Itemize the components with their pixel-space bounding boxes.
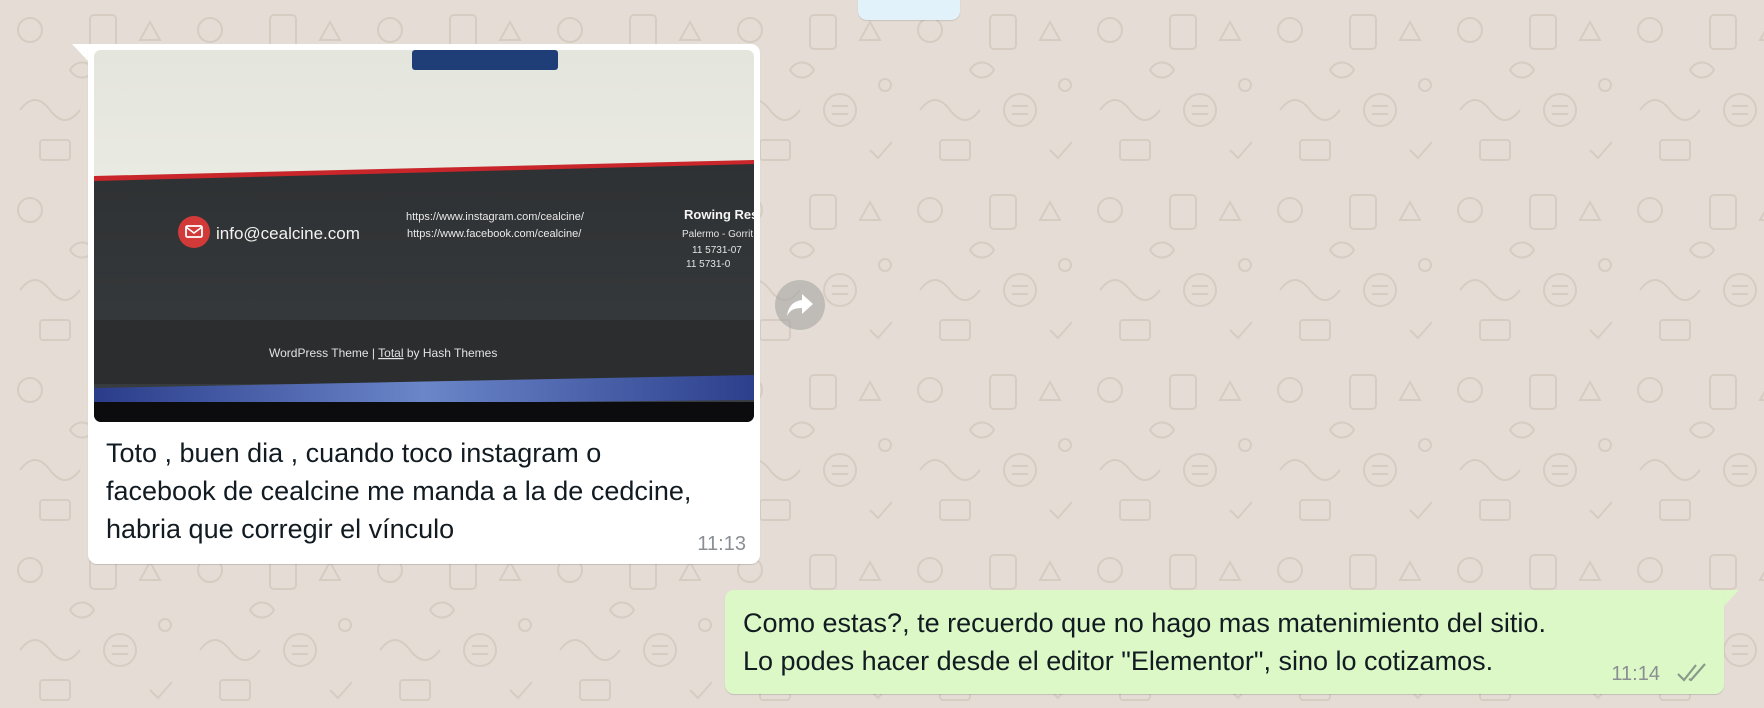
photo-email: info@cealcine.com	[216, 224, 360, 243]
photo-business-name: Rowing Res	[684, 207, 754, 222]
outgoing-line: Como estas?, te recuerdo que no hago mas…	[743, 608, 1546, 638]
photo-content: info@cealcine.com https://www.instagram.…	[94, 50, 754, 422]
outgoing-timestamp: 11:14	[1611, 663, 1660, 685]
photo-instagram-url: https://www.instagram.com/cealcine/	[406, 211, 585, 223]
double-check-icon	[1677, 663, 1706, 682]
caption-line: Toto , buen dia , cuando toco instagram …	[106, 438, 602, 468]
photo-location: Palermo - Gorrit	[682, 229, 753, 240]
caption-line: facebook de cealcine me manda a la de ce…	[106, 476, 692, 506]
incoming-caption: Toto , buen dia , cuando toco instagram …	[106, 434, 746, 548]
incoming-photo[interactable]: info@cealcine.com https://www.instagram.…	[94, 50, 754, 422]
incoming-message[interactable]: info@cealcine.com https://www.instagram.…	[88, 44, 760, 564]
outgoing-line: Lo podes hacer desde el editor "Elemento…	[743, 646, 1494, 676]
forward-icon	[787, 294, 813, 316]
forward-button[interactable]	[775, 280, 825, 330]
outgoing-text: Como estas?, te recuerdo que no hago mas…	[743, 604, 1546, 680]
caption-line: habria que corregir el vínculo	[106, 514, 455, 544]
outgoing-bubble-tail	[1722, 590, 1739, 608]
outgoing-message[interactable]: Como estas?, te recuerdo que no hago mas…	[725, 590, 1724, 694]
photo-footer: WordPress Theme | Total by Hash Themes	[269, 346, 497, 360]
incoming-bubble-tail	[72, 44, 89, 62]
incoming-timestamp: 11:13	[697, 533, 746, 555]
photo-whatsapp: 11 5731-0	[686, 259, 731, 270]
photo-facebook-url: https://www.facebook.com/cealcine/	[407, 228, 582, 240]
date-chip	[858, 0, 960, 20]
photo-phone: 11 5731-07	[692, 245, 742, 256]
